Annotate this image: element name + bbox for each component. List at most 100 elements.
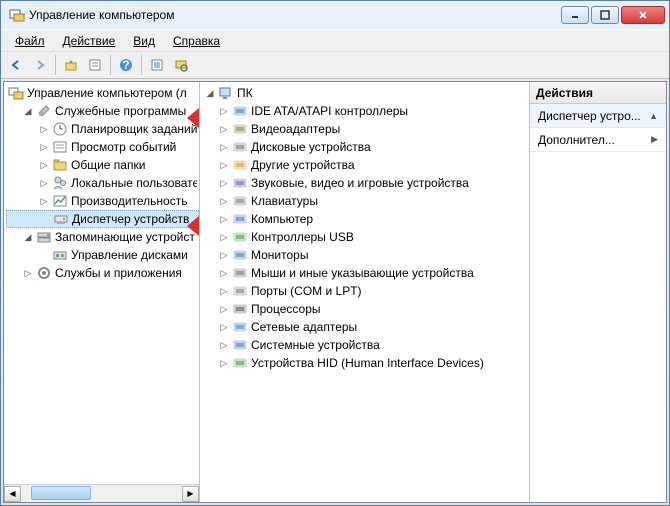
tree-services[interactable]: ▷ Службы и приложения	[6, 264, 199, 282]
toolbar: ?	[1, 51, 669, 79]
device-category[interactable]: ▷Мыши и иные указывающие устройства	[202, 264, 529, 282]
ide-icon	[232, 103, 248, 119]
device-category[interactable]: ▷Устройства HID (Human Interface Devices…	[202, 354, 529, 372]
app-icon	[9, 7, 25, 23]
collapse-icon[interactable]: ◢	[22, 105, 34, 117]
nav-back-button[interactable]	[5, 54, 27, 76]
left-tree: Управление компьютером (л ◢ Служебные пр…	[4, 82, 199, 484]
monitor-icon	[232, 247, 248, 263]
device-category[interactable]: ▷Клавиатуры	[202, 192, 529, 210]
expand-icon[interactable]: ▷	[218, 177, 230, 189]
tree-item[interactable]: ▷Производительность	[6, 192, 199, 210]
collapse-arrow-icon: ▲	[649, 111, 658, 121]
device-category[interactable]: ▷Другие устройства	[202, 156, 529, 174]
computer-icon	[232, 211, 248, 227]
properties-button[interactable]	[84, 54, 106, 76]
scroll-left-button[interactable]: ◀	[4, 486, 21, 502]
device-category[interactable]: ▷Видеоадаптеры	[202, 120, 529, 138]
expand-icon[interactable]: ▷	[218, 285, 230, 297]
expand-icon[interactable]: ▷	[38, 159, 50, 171]
expand-icon[interactable]: ▷	[38, 141, 50, 153]
nav-forward-button[interactable]	[29, 54, 51, 76]
device-category[interactable]: ▷Системные устройства	[202, 336, 529, 354]
collapse-icon[interactable]: ◢	[22, 231, 34, 243]
tree-disk-mgmt[interactable]: Управление дисками	[6, 246, 199, 264]
expand-icon[interactable]: ▷	[218, 339, 230, 351]
device-category[interactable]: ▷Мониторы	[202, 246, 529, 264]
device-category[interactable]: ▷Компьютер	[202, 210, 529, 228]
window-buttons	[561, 6, 665, 24]
device-category[interactable]: ▷Порты (COM и LPT)	[202, 282, 529, 300]
other-icon	[232, 157, 248, 173]
expand-icon[interactable]: ▷	[38, 195, 50, 207]
hid-icon	[232, 355, 248, 371]
middle-pane: ◢ ПК ▷IDE ATA/ATAPI контроллеры▷Видеоада…	[200, 82, 530, 502]
tree-item[interactable]: ▷Просмотр событий	[6, 138, 199, 156]
up-button[interactable]	[60, 54, 82, 76]
device-category[interactable]: ▷IDE ATA/ATAPI контроллеры	[202, 102, 529, 120]
expand-icon[interactable]: ▷	[218, 357, 230, 369]
storage-icon	[36, 229, 52, 245]
tree-item[interactable]: ▷Общие папки	[6, 156, 199, 174]
eventviewer-icon	[52, 139, 68, 155]
tree-spacer	[39, 213, 51, 225]
device-category[interactable]: ▷Дисковые устройства	[202, 138, 529, 156]
content-area: Управление компьютером (л ◢ Служебные пр…	[3, 81, 667, 503]
expand-icon[interactable]: ▷	[218, 231, 230, 243]
expand-icon[interactable]: ▷	[218, 141, 230, 153]
tree-spacer	[38, 249, 50, 261]
scheduler-icon	[52, 121, 68, 137]
scroll-thumb[interactable]	[31, 486, 91, 500]
action-device-manager[interactable]: Диспетчер устро... ▲	[530, 104, 666, 128]
tree-item[interactable]: ▷Локальные пользовате	[6, 174, 199, 192]
expand-icon[interactable]: ▷	[38, 123, 50, 135]
menu-file[interactable]: Файл	[7, 32, 53, 50]
tree-storage[interactable]: ◢ Запоминающие устройст	[6, 228, 199, 246]
device-category[interactable]: ▷Контроллеры USB	[202, 228, 529, 246]
device-category[interactable]: ▷Сетевые адаптеры	[202, 318, 529, 336]
menu-help[interactable]: Справка	[165, 32, 228, 50]
tree-item[interactable]: ▷Планировщик заданий	[6, 120, 199, 138]
expand-icon[interactable]: ▷	[22, 267, 34, 279]
scroll-right-button[interactable]: ▶	[182, 486, 199, 502]
menu-view[interactable]: Вид	[125, 32, 163, 50]
computer-mgmt-icon	[8, 85, 24, 101]
minimize-button[interactable]	[561, 6, 589, 24]
system-icon	[232, 337, 248, 353]
expand-icon[interactable]: ▷	[218, 159, 230, 171]
device-category[interactable]: ▷Процессоры	[202, 300, 529, 318]
expand-icon[interactable]: ▷	[38, 177, 50, 189]
titlebar: Управление компьютером	[1, 1, 669, 29]
expand-icon[interactable]: ▷	[218, 195, 230, 207]
maximize-button[interactable]	[591, 6, 619, 24]
expand-icon[interactable]: ▷	[218, 249, 230, 261]
tree-system-tools[interactable]: ◢ Служебные программы	[6, 102, 199, 120]
scan-button[interactable]	[170, 54, 192, 76]
menu-action[interactable]: Действие	[55, 32, 124, 50]
expand-icon[interactable]: ▷	[218, 321, 230, 333]
device-root[interactable]: ◢ ПК	[202, 84, 529, 102]
help-button[interactable]: ?	[115, 54, 137, 76]
toolbar-separator	[141, 55, 142, 75]
actions-header: Действия	[530, 82, 666, 104]
expand-icon[interactable]: ▷	[218, 105, 230, 117]
localusers-icon	[52, 175, 68, 191]
scroll-track[interactable]	[21, 486, 182, 502]
tree-root[interactable]: Управление компьютером (л	[6, 84, 199, 102]
close-button[interactable]	[621, 6, 665, 24]
expand-icon[interactable]: ▷	[218, 267, 230, 279]
collapse-icon[interactable]: ◢	[204, 87, 216, 99]
ports-icon	[232, 283, 248, 299]
expand-icon[interactable]: ▷	[218, 123, 230, 135]
refresh-button[interactable]	[146, 54, 168, 76]
action-more[interactable]: Дополнител... ▶	[530, 128, 666, 152]
expand-arrow-icon: ▶	[651, 134, 658, 145]
left-hscrollbar: ◀ ▶	[4, 484, 199, 502]
tree-item[interactable]: Диспетчер устройств	[6, 210, 199, 228]
device-category[interactable]: ▷Звуковые, видео и игровые устройства	[202, 174, 529, 192]
disk-mgmt-icon	[52, 247, 68, 263]
expand-icon[interactable]: ▷	[218, 213, 230, 225]
expand-icon[interactable]: ▷	[218, 303, 230, 315]
toolbar-separator	[55, 55, 56, 75]
network-icon	[232, 319, 248, 335]
